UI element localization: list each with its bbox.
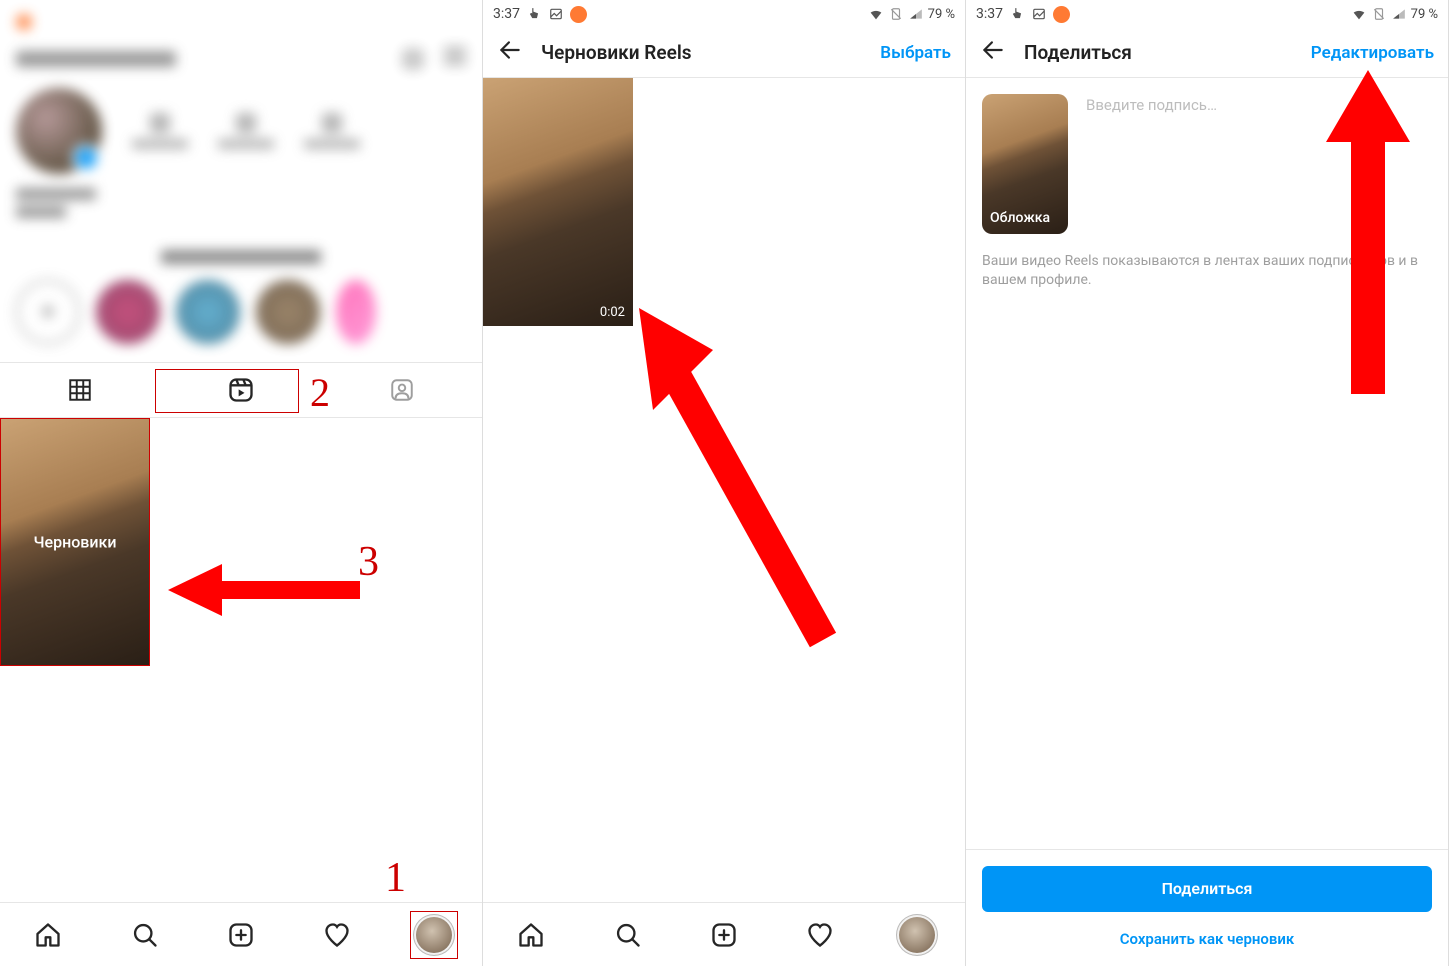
nav-likes[interactable] xyxy=(796,911,844,959)
signal-icon xyxy=(1391,6,1407,22)
select-button[interactable]: Выбрать xyxy=(880,43,951,63)
highlight-item[interactable] xyxy=(256,280,320,344)
create-post-icon[interactable] xyxy=(402,48,424,70)
back-button[interactable] xyxy=(497,37,523,69)
header-share: Поделиться Редактировать xyxy=(966,28,1448,78)
profile-upper-blurred: + xyxy=(0,0,482,362)
search-icon xyxy=(614,921,642,949)
heart-icon xyxy=(806,921,834,949)
nav-search[interactable] xyxy=(121,911,169,959)
status-battery: 79 % xyxy=(1411,7,1438,22)
status-orange-icon xyxy=(16,14,32,30)
nav-profile[interactable] xyxy=(410,911,458,959)
header-title: Поделиться xyxy=(1024,41,1311,64)
annotation-box-reels xyxy=(155,369,299,413)
add-icon xyxy=(710,921,738,949)
home-icon xyxy=(517,921,545,949)
annotation-label-2: 2 xyxy=(310,369,330,416)
nav-home[interactable] xyxy=(24,911,72,959)
status-battery: 79 % xyxy=(928,7,955,22)
bottom-nav xyxy=(0,902,482,966)
no-sim-icon xyxy=(1371,6,1387,22)
cover-label: Обложка xyxy=(990,210,1050,226)
search-icon xyxy=(131,921,159,949)
image-icon xyxy=(1031,6,1047,22)
bottom-nav xyxy=(483,902,965,966)
nav-add[interactable] xyxy=(217,911,265,959)
grid-icon xyxy=(67,377,93,403)
highlight-add-icon[interactable]: + xyxy=(16,280,80,344)
back-arrow-icon xyxy=(497,37,523,63)
panel-profile: + 2 Черновики 3 1 xyxy=(0,0,483,966)
username-redacted xyxy=(16,51,176,67)
profile-tabs: 2 xyxy=(0,362,482,418)
edit-button[interactable]: Редактировать xyxy=(1311,43,1434,63)
profile-avatar-icon xyxy=(897,915,937,955)
share-bottom-actions: Поделиться Сохранить как черновик xyxy=(966,849,1448,966)
touch-icon xyxy=(526,6,542,22)
highlight-item[interactable] xyxy=(336,280,376,344)
panel-drafts-list: 3:37 79 % Черновики Reels xyxy=(483,0,966,966)
nav-home[interactable] xyxy=(507,911,555,959)
add-icon xyxy=(227,921,255,949)
back-button[interactable] xyxy=(980,37,1006,69)
draft-duration: 0:02 xyxy=(600,305,625,320)
share-button[interactable]: Поделиться xyxy=(982,866,1432,912)
back-arrow-icon xyxy=(980,37,1006,63)
nav-profile[interactable] xyxy=(893,911,941,959)
tab-tagged[interactable] xyxy=(321,377,482,403)
home-icon xyxy=(34,921,62,949)
nav-likes[interactable] xyxy=(313,911,361,959)
annotation-label-3: 3 xyxy=(358,538,379,586)
header-title: Черновики Reels xyxy=(541,41,880,64)
hamburger-menu-icon[interactable] xyxy=(444,48,466,64)
status-time: 3:37 xyxy=(493,6,520,22)
stat-following[interactable] xyxy=(304,113,360,149)
heart-icon xyxy=(323,921,351,949)
stat-posts[interactable] xyxy=(132,113,188,149)
no-sim-icon xyxy=(888,6,904,22)
annotation-label-1: 1 xyxy=(385,854,406,902)
stat-followers[interactable] xyxy=(218,113,274,149)
wifi-icon xyxy=(1351,6,1367,22)
status-bar: 3:37 79 % xyxy=(483,0,965,28)
drafts-tile-label: Черновики xyxy=(1,533,149,552)
cover-thumbnail[interactable]: Обложка xyxy=(982,94,1068,234)
profile-avatar[interactable] xyxy=(16,88,102,174)
image-icon xyxy=(548,6,564,22)
tagged-icon xyxy=(389,377,415,403)
touch-icon xyxy=(1009,6,1025,22)
drafts-tile[interactable]: Черновики xyxy=(0,418,150,666)
highlight-item[interactable] xyxy=(176,280,240,344)
reels-visibility-description: Ваши видео Reels показываются в лентах в… xyxy=(982,252,1432,290)
wifi-icon xyxy=(868,6,884,22)
signal-icon xyxy=(908,6,924,22)
record-icon xyxy=(1053,6,1070,23)
caption-input[interactable]: Введите подпись… xyxy=(1086,94,1432,234)
status-time: 3:37 xyxy=(976,6,1003,22)
annotation-arrow-draft xyxy=(593,290,853,670)
profile-avatar-icon xyxy=(414,915,454,955)
panel-share: 3:37 79 % Поделиться Реда xyxy=(966,0,1449,966)
record-icon xyxy=(570,6,587,23)
draft-thumbnail[interactable]: 0:02 xyxy=(483,78,633,326)
status-bar: 3:37 79 % xyxy=(966,0,1448,28)
nav-add[interactable] xyxy=(700,911,748,959)
header-drafts: Черновики Reels Выбрать xyxy=(483,28,965,78)
tab-grid[interactable] xyxy=(0,377,161,403)
highlight-item[interactable] xyxy=(96,280,160,344)
save-draft-button[interactable]: Сохранить как черновик xyxy=(982,930,1432,948)
nav-search[interactable] xyxy=(604,911,652,959)
